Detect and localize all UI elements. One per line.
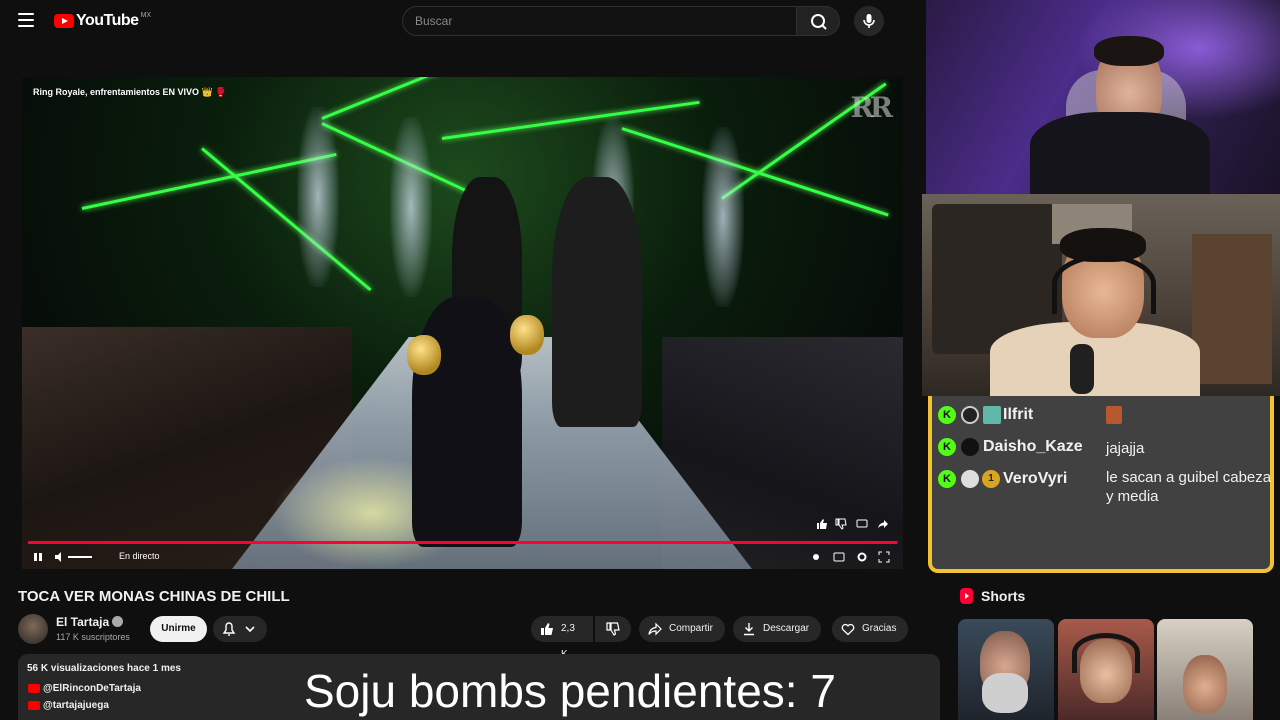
subtitles-icon[interactable] [833,551,845,563]
description-link[interactable]: @tartajajuega [28,700,109,711]
dislike-button[interactable] [595,616,631,642]
share-icon [648,622,662,636]
gift-badge-icon: 1 [982,470,1000,488]
mic-icon [863,14,875,28]
emote-badge-icon [983,406,1001,424]
video-overlay-title: Ring Royale, enfrentamientos EN VIVO 👑 🥊 [33,87,227,97]
short-thumbnail[interactable] [1157,619,1253,720]
thumbs-down-icon [606,622,620,636]
user-badge-icon [961,470,979,488]
search-icon [811,14,827,30]
volume-icon[interactable] [54,551,66,563]
share-label: Compartir [669,623,713,634]
channel-avatar[interactable] [18,614,48,644]
chat-username[interactable]: VeroVyri [1003,470,1067,488]
video-player[interactable]: Ring Royale, enfrentamientos EN VIVO 👑 🥊… [22,77,903,569]
shorts-icon [960,588,973,604]
live-indicator[interactable]: En directo [119,551,160,561]
shorts-header: Shorts [960,588,1025,604]
chat-username[interactable]: Daisho_Kaze [983,438,1083,456]
chat-text: jajajja [1106,440,1145,457]
like-overlay-icon[interactable] [816,518,828,530]
logo-text: YouTube [76,12,139,29]
youtube-play-icon [54,14,74,28]
user-badge-icon [961,406,979,424]
notification-button[interactable] [213,616,267,642]
kick-badge-icon: K [938,470,956,488]
voice-search-button[interactable] [854,6,884,36]
youtube-small-icon [28,701,40,710]
thumbs-up-icon [541,623,553,635]
video-title: TOCA VER MONAS CHINAS DE CHILL [18,588,290,605]
download-icon [744,623,754,636]
short-thumbnail[interactable] [958,619,1054,720]
webcam-top [926,0,1280,194]
autoplay-icon[interactable] [810,551,822,563]
chat-overlay: K Ilfrit K Daisho_Kaze jajajja K 1 VeroV… [928,396,1274,573]
channel-watermark: RR [850,91,893,124]
link-text[interactable]: @ElRinconDeTartaja [43,683,141,694]
settings-icon[interactable] [856,551,868,563]
link-text[interactable]: @tartajajuega [43,700,109,711]
subscriber-count: 117 K suscriptores [56,632,130,642]
view-count-date: 56 K visualizaciones hace 1 mes [27,663,181,674]
fullscreen-icon[interactable] [878,551,890,563]
youtube-logo[interactable]: YouTube MX [54,12,151,30]
like-button[interactable]: 2,3 K [531,616,593,660]
kick-badge-icon: K [938,438,956,456]
dislike-overlay-icon[interactable] [835,518,847,530]
soju-counter-overlay: Soju bombs pendientes: 7 [304,665,836,717]
search-button[interactable] [796,6,840,36]
youtube-small-icon [28,684,40,693]
share-button[interactable]: Compartir [639,616,725,642]
country-code: MX [140,11,152,19]
progress-bar[interactable] [28,541,897,544]
chat-username[interactable]: Ilfrit [1003,406,1033,424]
thanks-heart-icon [841,623,855,636]
emote-icon [1106,406,1122,424]
search-input[interactable]: Buscar [402,6,797,36]
short-thumbnail[interactable] [1058,619,1154,720]
chevron-down-icon [245,626,255,633]
chat-text: le sacan a guibel cabeza y media [1106,469,1272,505]
verified-icon [112,616,124,627]
download-button[interactable]: Descargar [733,616,822,642]
chat-message: K Ilfrit [938,406,1033,424]
download-label: Descargar [763,623,810,634]
user-badge-icon [961,438,979,456]
share-overlay-icon[interactable] [877,518,889,530]
thanks-label: Gracias [862,623,897,634]
shorts-heading: Shorts [981,588,1026,604]
channel-name-row[interactable]: El Tartaja [56,615,124,629]
menu-icon[interactable] [18,13,34,27]
thanks-button[interactable]: Gracias [832,616,909,642]
description-link[interactable]: @ElRinconDeTartaja [28,683,141,694]
channel-name[interactable]: El Tartaja [56,615,109,629]
bell-icon [222,622,255,636]
comment-overlay-icon[interactable] [856,518,868,530]
volume-slider[interactable] [68,556,92,558]
chat-message: K 1 VeroVyri [938,470,1067,488]
join-button[interactable]: Unirme [150,616,207,642]
chat-message: K Daisho_Kaze [938,438,1083,456]
pause-icon[interactable] [32,551,44,563]
kick-badge-icon: K [938,406,956,424]
webcam-bottom [922,194,1280,396]
